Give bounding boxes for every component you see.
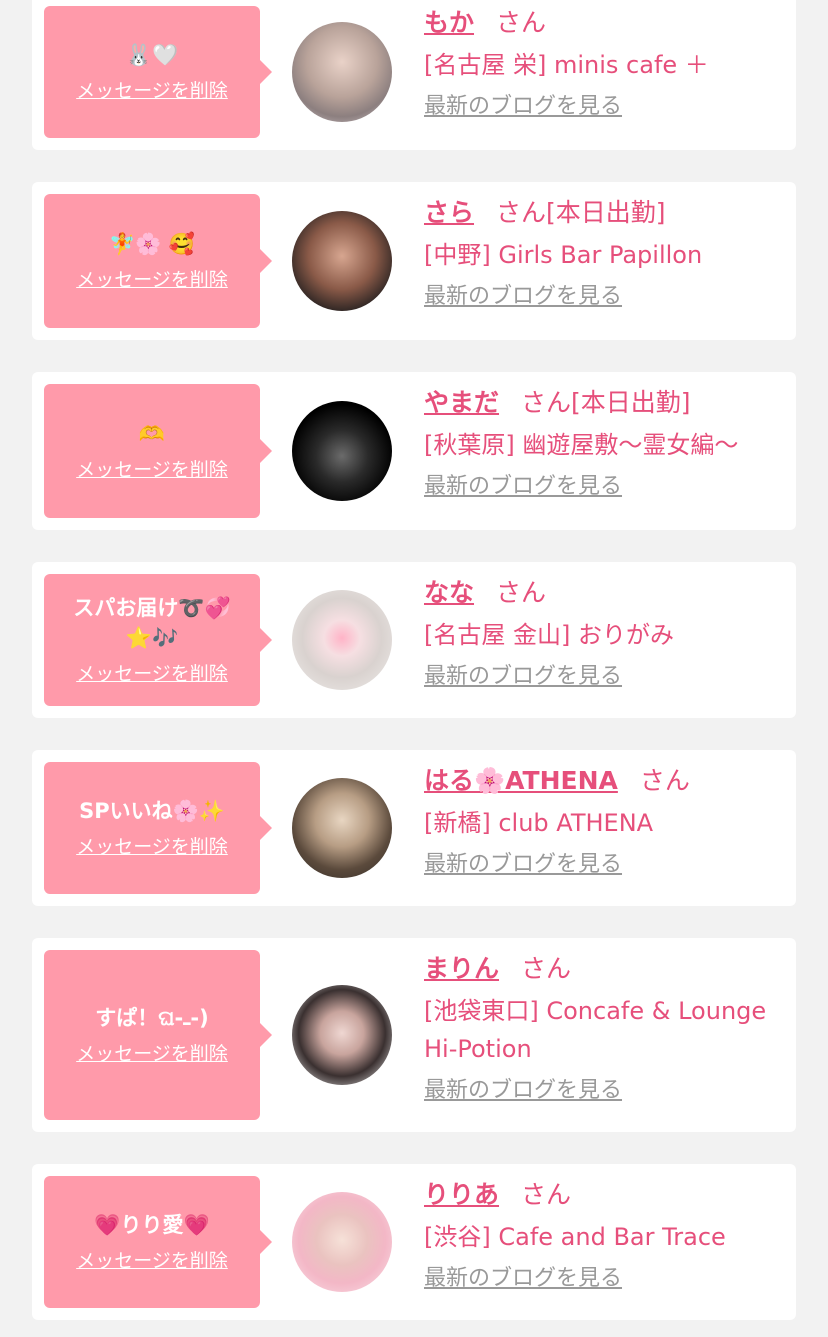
avatar[interactable] [292,590,392,690]
message-bubble: 💗りり愛💗 メッセージを削除 [44,1176,272,1308]
cast-name-link[interactable]: りりあ [424,1180,499,1209]
delete-message-link[interactable]: メッセージを削除 [76,661,228,687]
list-item: SPいいね🌸✨ メッセージを削除 はる🌸ATHENA さん [新橋] club A… [32,750,796,906]
message-text: 🧚🌸 🥰 [109,232,195,256]
message-text: SPいいね🌸✨ [79,799,225,823]
honorific: さん [496,8,547,37]
status-badge: [本日出勤] [571,388,691,417]
delete-message-link[interactable]: メッセージを削除 [76,267,228,293]
message-bubble: 🧚🌸 🥰 メッセージを削除 [44,194,272,328]
message-bubble: 🫶 メッセージを削除 [44,384,272,518]
honorific: さん [496,578,547,607]
avatar[interactable] [292,778,392,878]
cast-name-link[interactable]: もか [424,8,474,37]
latest-blog-link[interactable]: 最新のブログを見る [424,282,622,312]
shop-name: [池袋東口] Concafe & Lounge Hi-Potion [424,997,767,1063]
message-text: すぱ！ଘ-ـ-) [95,1006,209,1030]
shop-name: [新橋] club ATHENA [424,809,654,837]
avatar[interactable] [292,401,392,501]
latest-blog-link[interactable]: 最新のブログを見る [424,92,622,122]
shop-name: [名古屋 栄] minis cafe ＋ [424,51,709,79]
delete-message-link[interactable]: メッセージを削除 [76,457,228,483]
message-text: 💗りり愛💗 [94,1213,210,1237]
delete-message-link[interactable]: メッセージを削除 [76,1041,228,1067]
message-text: 🐰🤍 [125,43,179,67]
avatar[interactable] [292,22,392,122]
honorific: さん [639,766,690,795]
shop-name: [渋谷] Cafe and Bar Trace [424,1223,726,1251]
message-bubble: 🐰🤍 メッセージを削除 [44,6,272,138]
honorific: さん [521,1180,572,1209]
list-item: 🫶 メッセージを削除 やまだ さん[本日出勤] [秋葉原] 幽遊屋敷〜霊女編〜 最… [32,372,796,530]
list-item: 💗りり愛💗 メッセージを削除 りりあ さん [渋谷] Cafe and Bar T… [32,1164,796,1320]
list-item: スパお届け➰💞⭐️🎶 メッセージを削除 なな さん [名古屋 金山] おりがみ 最… [32,562,796,718]
message-bubble: スパお届け➰💞⭐️🎶 メッセージを削除 [44,574,272,706]
delete-message-link[interactable]: メッセージを削除 [76,834,228,860]
latest-blog-link[interactable]: 最新のブログを見る [424,850,622,880]
cast-name-link[interactable]: まりん [424,954,499,983]
shop-name: [秋葉原] 幽遊屋敷〜霊女編〜 [424,431,739,459]
shop-name: [名古屋 金山] おりがみ [424,621,674,649]
latest-blog-link[interactable]: 最新のブログを見る [424,1264,622,1294]
cast-name-link[interactable]: さら [424,198,474,227]
status-badge: [本日出勤] [546,198,666,227]
delete-message-link[interactable]: メッセージを削除 [76,1248,228,1274]
message-text: スパお届け➰💞⭐️🎶 [73,596,231,650]
list-item: すぱ！ଘ-ـ-) メッセージを削除 まりん さん [池袋東口] Concafe &… [32,938,796,1132]
cast-name-link[interactable]: なな [424,578,474,607]
message-bubble: すぱ！ଘ-ـ-) メッセージを削除 [44,950,272,1120]
avatar[interactable] [292,985,392,1085]
message-bubble: SPいいね🌸✨ メッセージを削除 [44,762,272,894]
honorific: さん [521,954,572,983]
honorific: さん [521,388,572,417]
honorific: さん [496,198,547,227]
delete-message-link[interactable]: メッセージを削除 [76,78,228,104]
latest-blog-link[interactable]: 最新のブログを見る [424,662,622,692]
list-item: 🧚🌸 🥰 メッセージを削除 さら さん[本日出勤] [中野] Girls Bar … [32,182,796,340]
list-item: 🐰🤍 メッセージを削除 もか さん [名古屋 栄] minis cafe ＋ 最新… [32,0,796,150]
cast-name-link[interactable]: やまだ [424,388,499,417]
shop-name: [中野] Girls Bar Papillon [424,241,703,269]
cast-name-link[interactable]: はる🌸ATHENA [424,766,618,795]
latest-blog-link[interactable]: 最新のブログを見る [424,472,622,502]
message-list: 🐰🤍 メッセージを削除 もか さん [名古屋 栄] minis cafe ＋ 最新… [0,0,828,1337]
avatar[interactable] [292,211,392,311]
message-text: 🫶 [138,422,166,446]
latest-blog-link[interactable]: 最新のブログを見る [424,1076,622,1106]
avatar[interactable] [292,1192,392,1292]
